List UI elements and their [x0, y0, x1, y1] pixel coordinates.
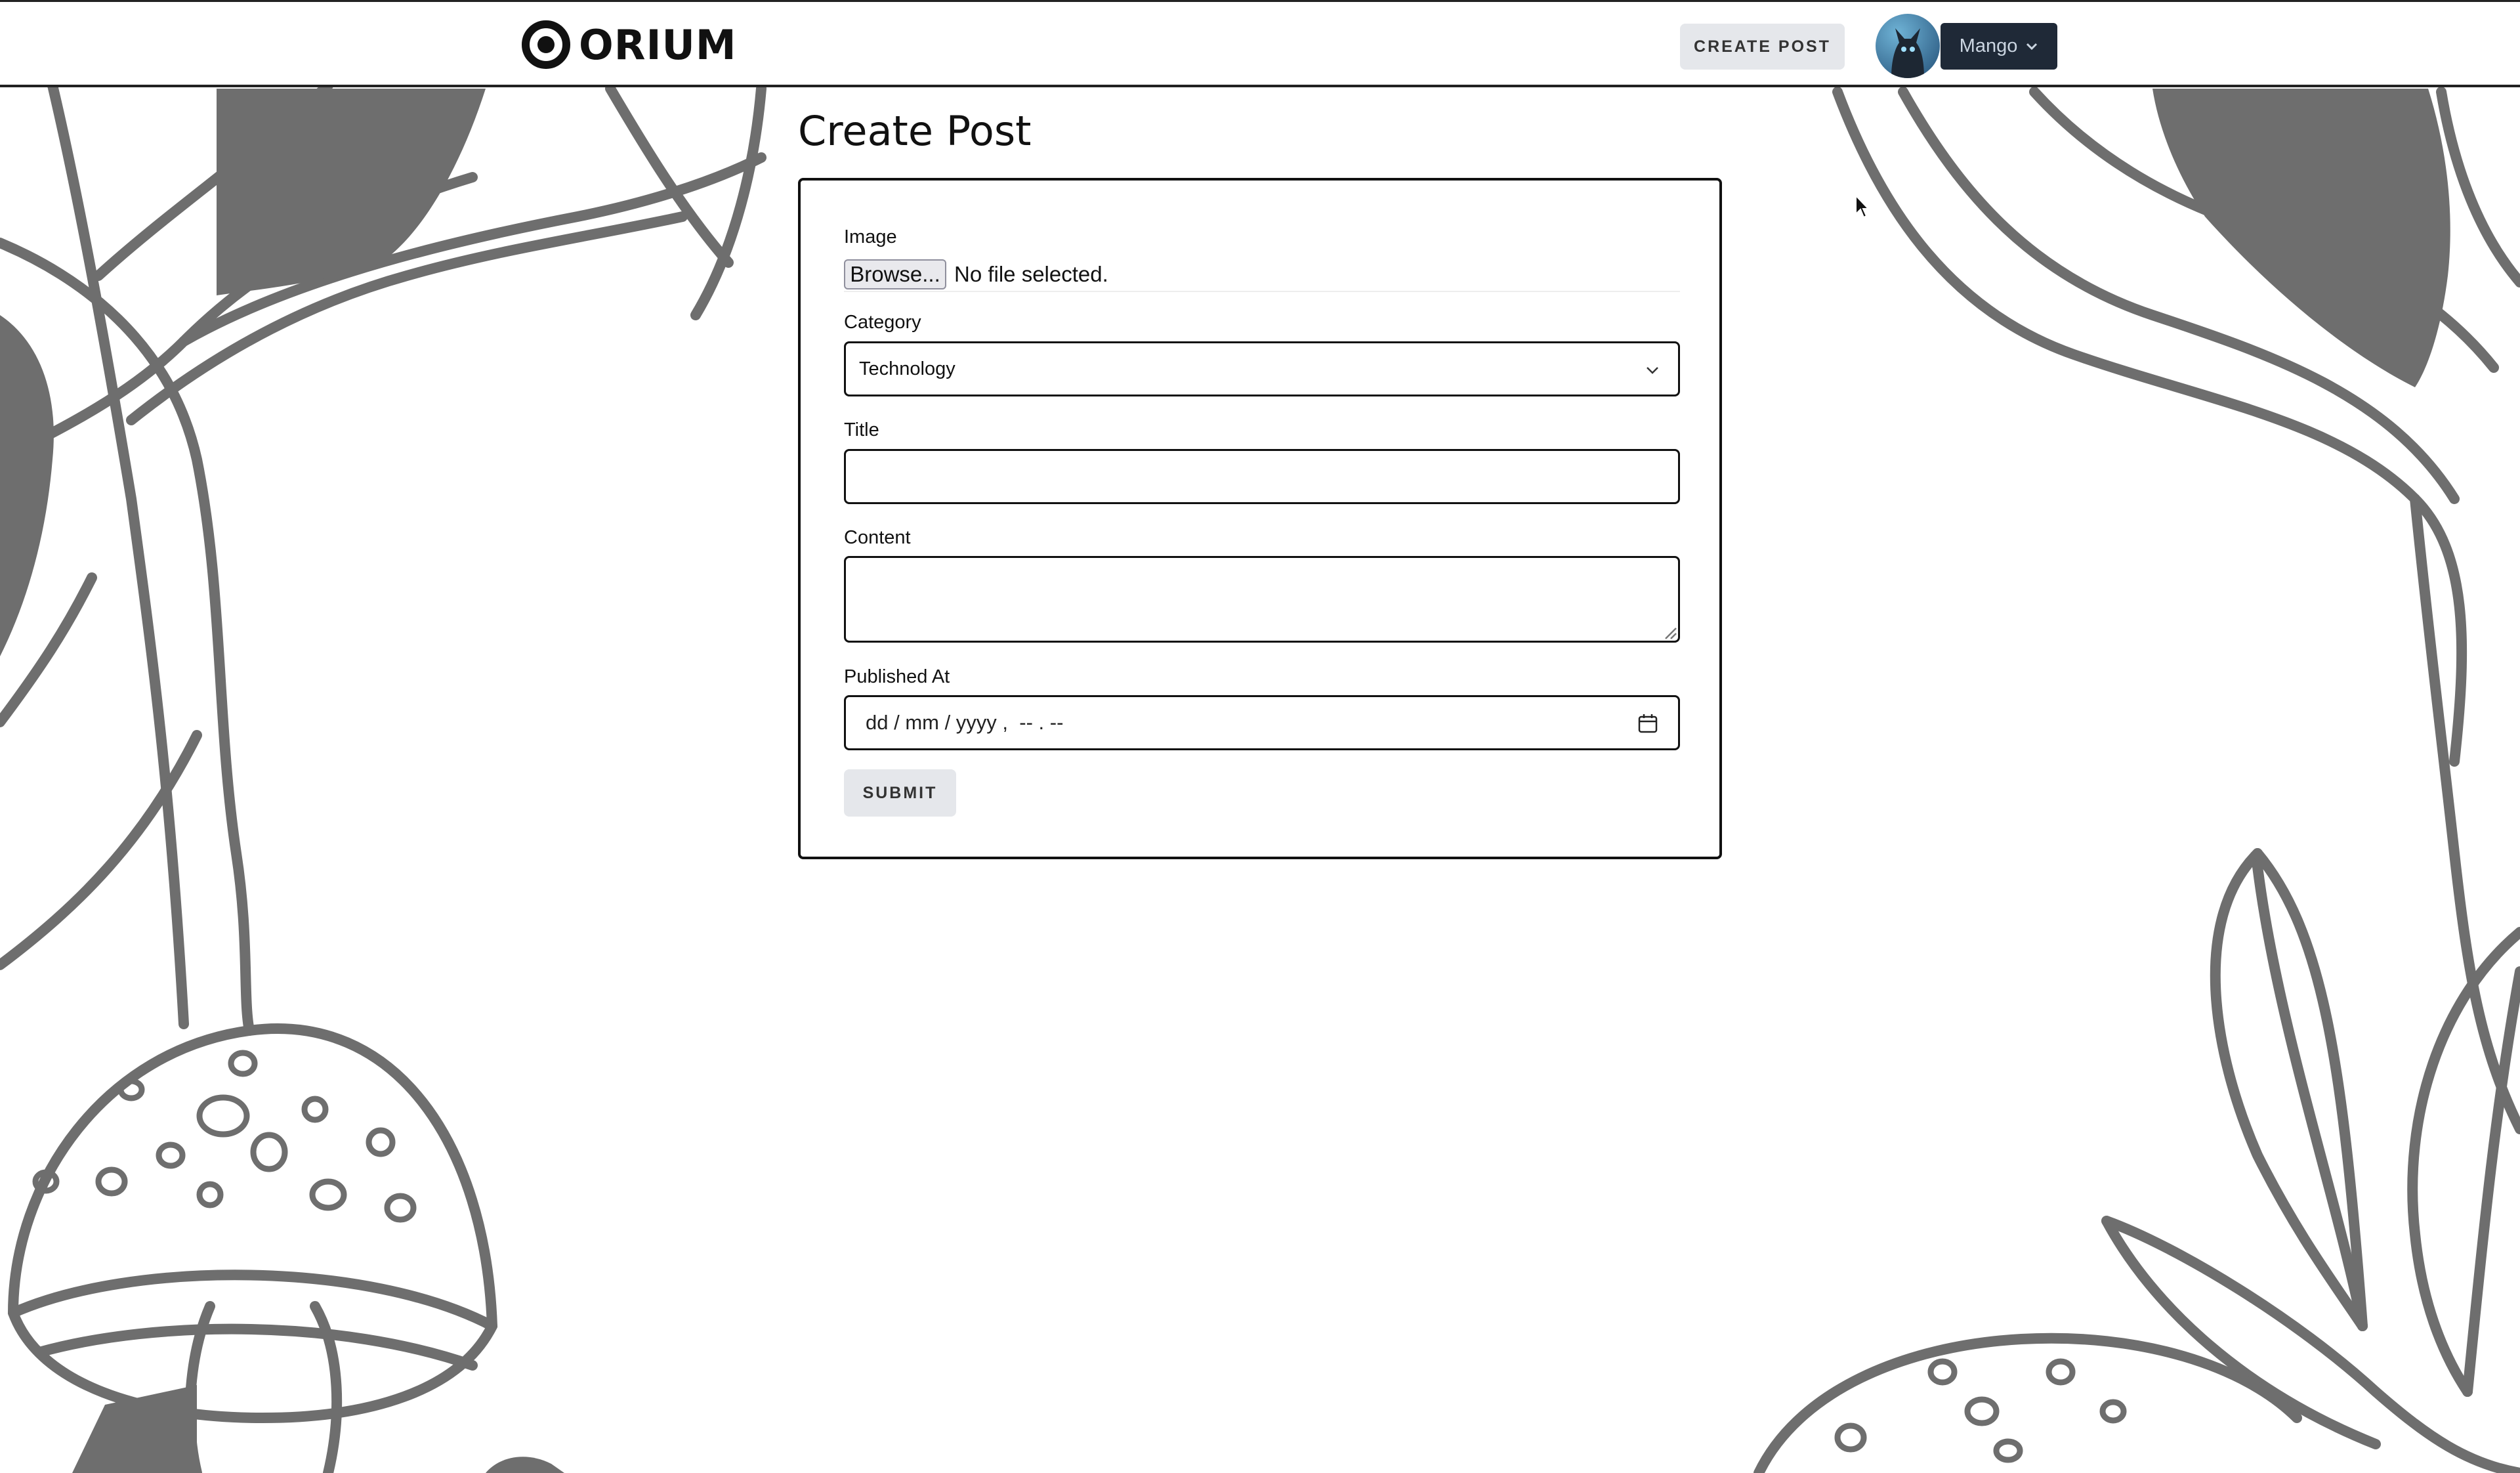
category-select[interactable]: Technology [844, 341, 1680, 396]
avatar[interactable] [1876, 14, 1940, 78]
page-title: Create Post [798, 107, 1032, 155]
image-label: Image [844, 226, 897, 247]
top-navbar: ORIUM CREATE POST Mango [0, 0, 2520, 87]
published-at-placeholder: dd / mm / yyyy , -- . -- [866, 711, 1064, 734]
title-label: Title [844, 419, 879, 440]
calendar-icon[interactable] [1637, 713, 1658, 734]
create-post-nav-button[interactable]: CREATE POST [1680, 24, 1845, 70]
logo-text: ORIUM [579, 20, 737, 69]
published-at-input[interactable]: dd / mm / yyyy , -- . -- [844, 695, 1680, 750]
browse-button[interactable]: Browse... [844, 259, 946, 289]
category-label: Category [844, 312, 921, 333]
resize-handle-icon[interactable] [1662, 624, 1677, 640]
title-input[interactable] [844, 449, 1680, 504]
create-post-form: Image Browse... No file selected. Catego… [798, 178, 1722, 859]
mouse-cursor-icon [1855, 194, 1869, 219]
content-label: Content [844, 527, 911, 548]
user-name: Mango [1959, 35, 2018, 56]
content-textarea[interactable] [844, 556, 1680, 643]
submit-button[interactable]: SUBMIT [844, 769, 956, 817]
image-file-input[interactable]: Browse... No file selected. [844, 258, 1680, 292]
chevron-down-icon [2026, 43, 2038, 50]
cat-avatar [1876, 14, 1940, 78]
orium-logo-icon [522, 20, 570, 69]
published-at-label: Published At [844, 666, 950, 687]
file-status: No file selected. [954, 262, 1108, 286]
category-selected-value: Technology [859, 358, 956, 379]
chevron-down-icon [1647, 367, 1658, 374]
home-logo[interactable]: ORIUM [521, 20, 737, 70]
user-menu-dropdown[interactable]: Mango [1941, 23, 2057, 70]
